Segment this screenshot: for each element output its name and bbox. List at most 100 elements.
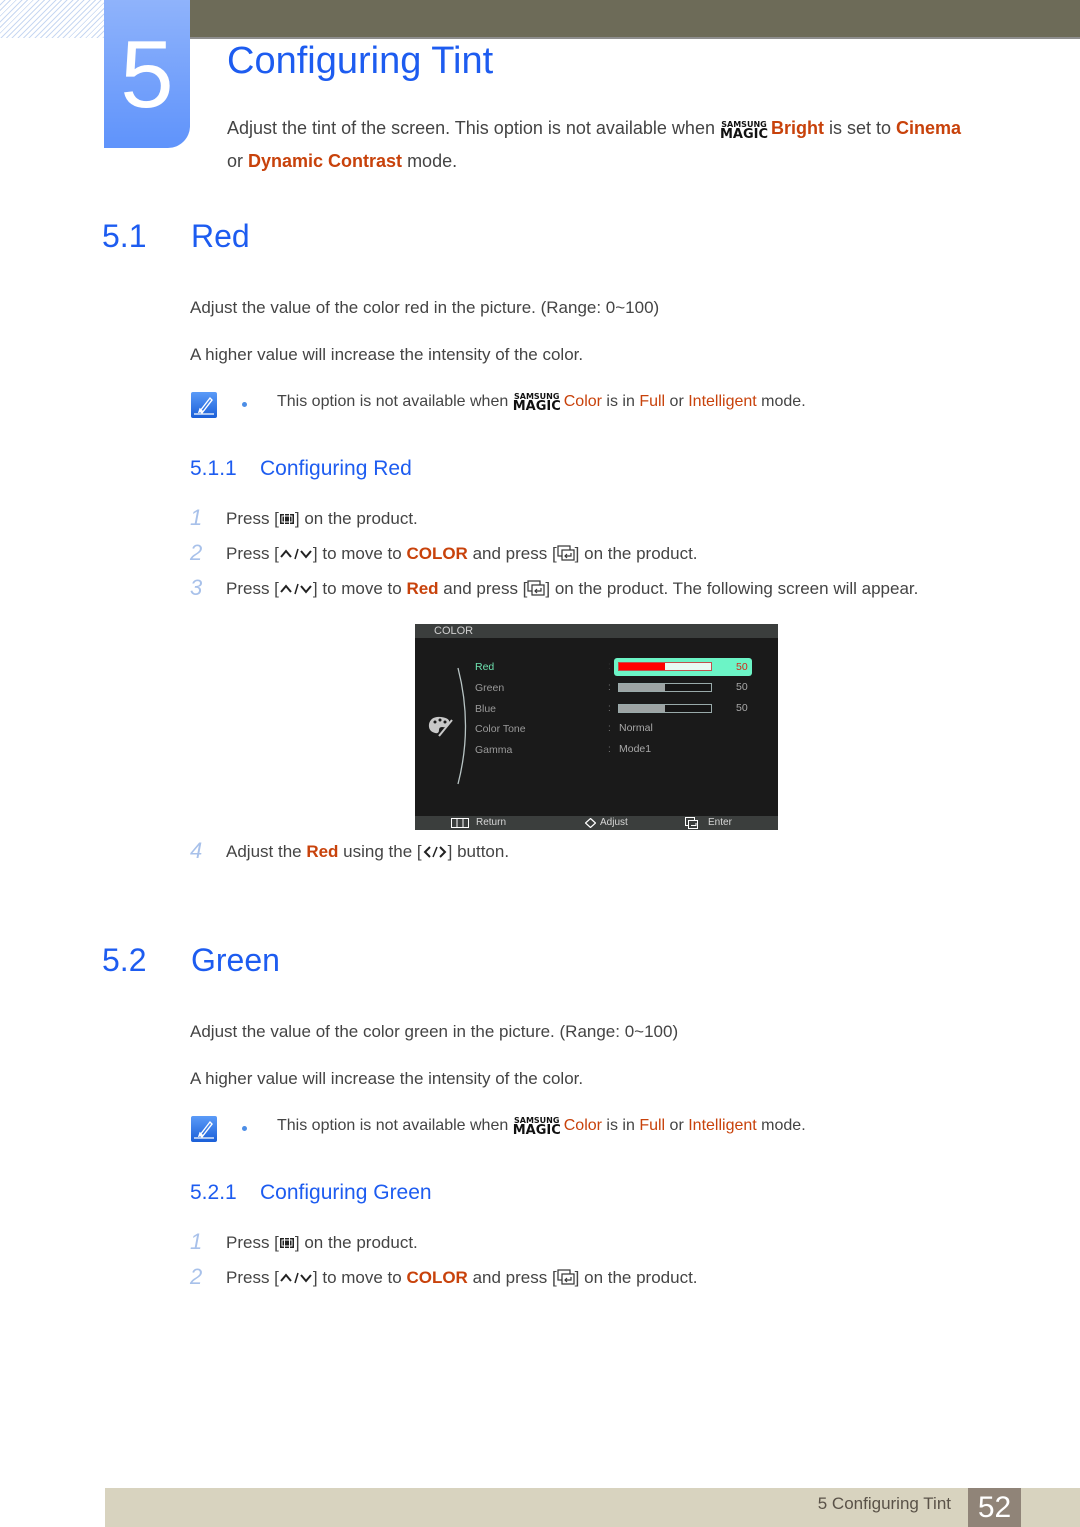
intro-text: is set to: [824, 118, 897, 138]
up-down-arrow-icon: [279, 1270, 313, 1290]
highlight-red: Red: [306, 842, 339, 861]
option-full: Full: [639, 393, 666, 410]
paragraph: Adjust the value of the color green in t…: [190, 1022, 679, 1041]
up-down-arrow-icon: [279, 546, 313, 566]
value-dynamic-contrast: Dynamic Contrast: [248, 151, 403, 171]
menu-button-icon: [279, 1235, 295, 1255]
osd-enter-label[interactable]: Enter: [708, 816, 732, 830]
osd-item-gamma-label[interactable]: Gamma: [475, 744, 512, 756]
chapter-number-badge: 5: [104, 0, 190, 148]
left-right-arrow-icon: [422, 844, 448, 864]
footer-chapter-label: 5 Configuring Tint: [817, 1494, 951, 1513]
step-number: 4: [190, 838, 203, 863]
option-full: Full: [639, 1117, 666, 1134]
step-2: 2 Press [] to move to COLOR and press [] …: [190, 1264, 698, 1290]
osd-blue-slider-fill: [619, 705, 665, 712]
osd-item-blue-label[interactable]: Blue: [475, 703, 496, 715]
intro-text: or: [227, 151, 249, 171]
step-4: 4 Adjust the Red using the [] button.: [190, 838, 510, 864]
osd-green-value: 50: [736, 681, 748, 693]
up-down-arrow-icon: [279, 581, 313, 601]
chapter-intro-line-1: Adjust the tint of the screen. This opti…: [227, 118, 961, 141]
highlight-color: COLOR: [406, 544, 468, 563]
osd-footer: Return Adjust Enter: [415, 816, 778, 830]
step-number: 2: [190, 1264, 203, 1289]
enter-source-icon: [557, 545, 575, 566]
osd-colon: :: [608, 661, 611, 672]
osd-blue-slider[interactable]: [618, 704, 712, 713]
osd-return-label[interactable]: Return: [476, 816, 506, 830]
osd-colon: :: [608, 703, 611, 714]
paragraph: A higher value will increase the intensi…: [190, 1069, 584, 1088]
osd-adjust-icon: [584, 817, 597, 833]
palette-icon: [428, 716, 453, 737]
osd-color-tone-value: Normal: [619, 722, 653, 734]
feature-color: Color: [563, 1117, 602, 1134]
step-2: 2 Press [] to move to COLOR and press [] …: [190, 540, 698, 566]
intro-text: Adjust the tint of the screen. This opti…: [227, 118, 720, 138]
samsung-magic-logo-icon: SAMSUNG MAGIC: [512, 392, 561, 414]
subsection-title: Configuring Red: [260, 457, 412, 480]
header-stripe-pattern: [0, 0, 105, 38]
page-number: 52: [968, 1488, 1021, 1527]
section-title: Green: [191, 942, 280, 978]
subsection-heading-configuring-green: 5.2.1 Configuring Green: [190, 1181, 432, 1205]
step-3: 3 Press [] to move to Red and press [] on…: [190, 575, 919, 601]
samsung-magic-logo-icon: SAMSUNG MAGIC: [719, 120, 769, 142]
step-number: 1: [190, 505, 203, 530]
chapter-title: Configuring Tint: [227, 40, 494, 82]
menu-button-icon: [279, 511, 295, 531]
osd-colon: :: [608, 744, 611, 755]
section-number: 5.1: [102, 218, 147, 254]
enter-source-icon: [527, 580, 546, 601]
osd-red-slider-fill: [619, 663, 665, 670]
step-number: 3: [190, 575, 203, 600]
section-heading-red: 5.1 Red: [102, 218, 250, 255]
section-title: Red: [191, 218, 250, 254]
osd-adjust-label[interactable]: Adjust: [600, 816, 628, 830]
highlight-color: COLOR: [406, 1268, 468, 1287]
note-pencil-icon: [191, 1116, 217, 1142]
step-1: 1 Press [] on the product.: [190, 1229, 418, 1255]
paragraph: Adjust the value of the color red in the…: [190, 298, 660, 317]
enter-source-icon: [557, 1269, 575, 1290]
highlight-red: Red: [406, 579, 439, 598]
osd-gamma-value: Mode1: [619, 743, 652, 755]
osd-item-green-label[interactable]: Green: [475, 682, 504, 694]
section-number: 5.2: [102, 942, 147, 978]
osd-item-color-tone-label[interactable]: Color Tone: [475, 723, 526, 735]
osd-item-red-label[interactable]: Red: [475, 661, 494, 673]
step-number: 2: [190, 540, 203, 565]
osd-return-icon: [451, 818, 469, 833]
osd-color-menu-screenshot: COLOR Red : 50 Green : 50 Blue : 50 Colo…: [415, 624, 778, 830]
osd-title: COLOR: [434, 625, 474, 637]
subsection-number: 5.2.1: [190, 1181, 237, 1204]
subsection-heading-configuring-red: 5.1.1 Configuring Red: [190, 457, 412, 481]
bullet-icon: [242, 402, 247, 407]
osd-green-slider-fill: [619, 684, 665, 691]
intro-text: mode.: [402, 151, 458, 171]
subsection-number: 5.1.1: [190, 457, 237, 480]
note-text: This option is not available when SAMSUN…: [277, 1116, 806, 1138]
osd-header: COLOR: [415, 624, 778, 638]
paragraph: A higher value will increase the intensi…: [190, 345, 584, 364]
osd-colon: :: [608, 723, 611, 734]
feature-color: Color: [563, 393, 602, 410]
osd-enter-icon: [685, 817, 699, 834]
chapter-intro-line-2: or Dynamic Contrast mode.: [227, 151, 457, 172]
osd-red-value: 50: [736, 661, 748, 673]
subsection-title: Configuring Green: [260, 1181, 432, 1204]
feature-bright: Bright: [771, 118, 825, 138]
step-number: 1: [190, 1229, 203, 1254]
header-bar: [190, 0, 1080, 39]
osd-red-slider[interactable]: [618, 662, 712, 671]
note-text: This option is not available when SAMSUN…: [277, 392, 806, 414]
value-cinema: Cinema: [896, 118, 962, 138]
bullet-icon: [242, 1126, 247, 1131]
option-intelligent: Intelligent: [688, 393, 757, 410]
section-heading-green: 5.2 Green: [102, 942, 280, 979]
osd-green-slider[interactable]: [618, 683, 712, 692]
note-pencil-icon: [191, 392, 217, 418]
step-1: 1 Press [] on the product.: [190, 505, 418, 531]
osd-colon: :: [608, 682, 611, 693]
